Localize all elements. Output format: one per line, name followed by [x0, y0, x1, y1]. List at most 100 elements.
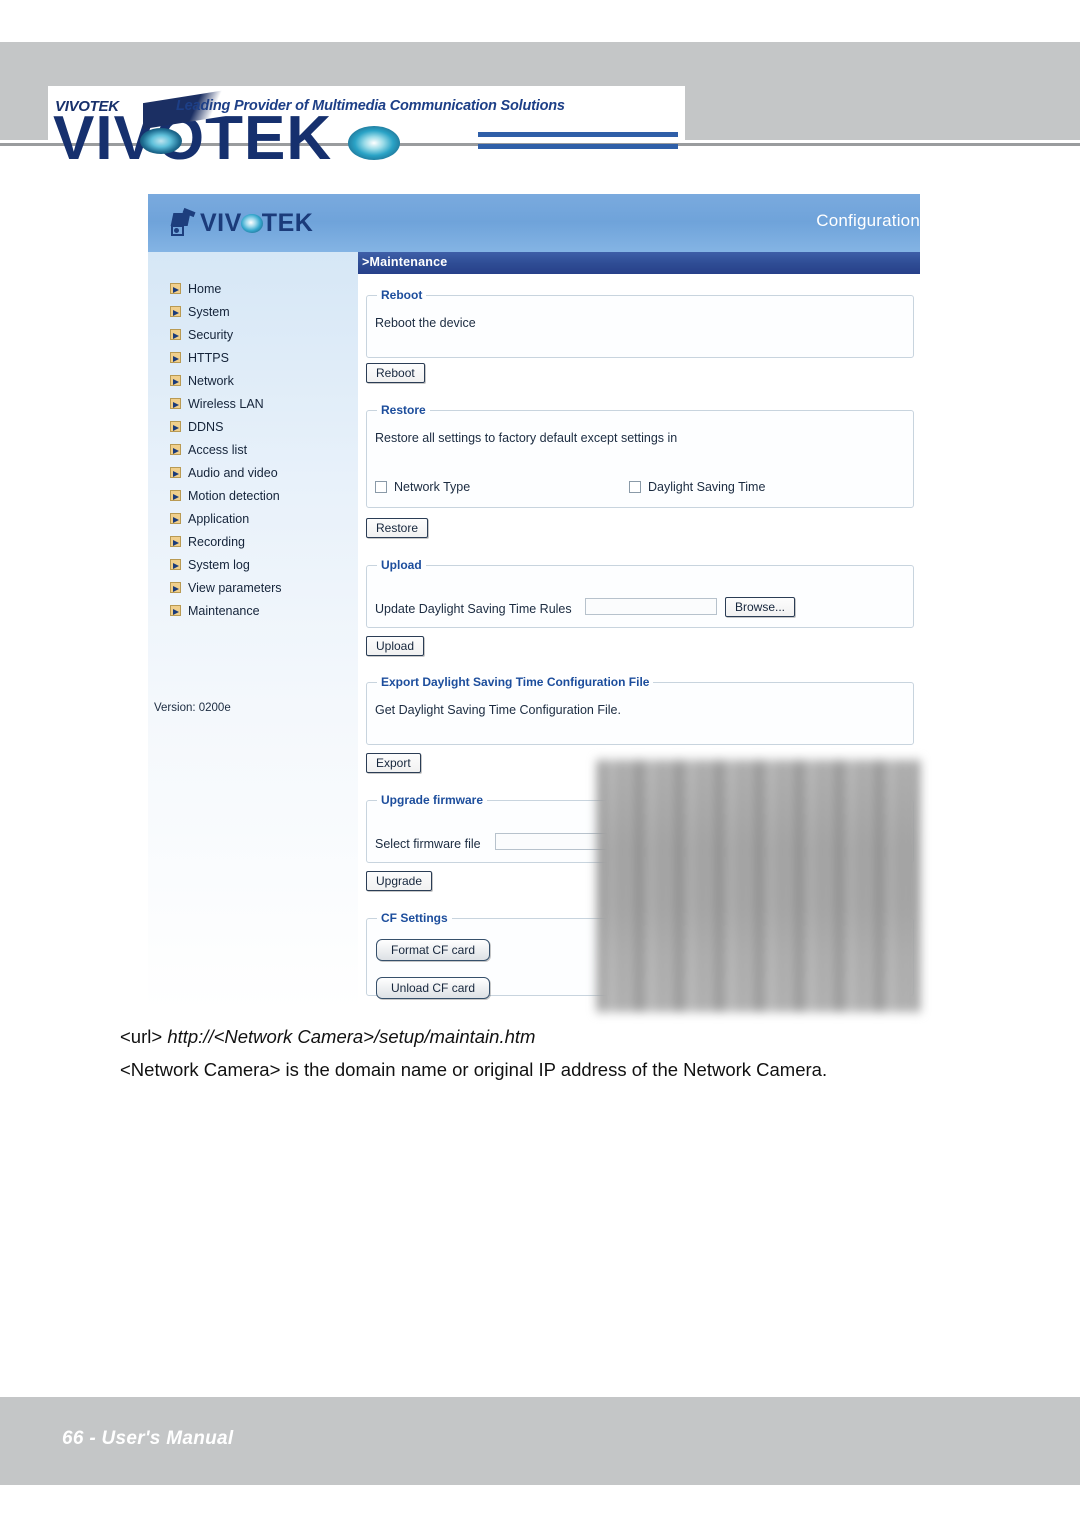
sidebar-item-motion-detection[interactable]: Motion detection	[170, 484, 350, 507]
arrow-right-icon	[170, 329, 181, 340]
camera-logo-icon	[170, 207, 196, 237]
sidebar-item-system-log[interactable]: System log	[170, 553, 350, 576]
restore-legend: Restore	[381, 403, 426, 417]
upgrade-legend: Upgrade firmware	[381, 793, 484, 807]
sidebar-item-label: Motion detection	[188, 488, 280, 503]
sidebar-item-label: Audio and video	[188, 465, 278, 480]
url-value: http://<Network Camera>/setup/maintain.h…	[167, 1026, 536, 1047]
unload-cf-card-button[interactable]: Unload CF card	[376, 977, 491, 999]
sidebar-menu: Home System Security HTTPS Network Wirel…	[170, 277, 350, 622]
screenshot-header-bar: VIV TEK Configuration	[148, 194, 920, 252]
arrow-right-icon	[170, 375, 181, 386]
sidebar-item-label: HTTPS	[188, 350, 229, 365]
sidebar-item-https[interactable]: HTTPS	[170, 346, 350, 369]
sidebar-item-ddns[interactable]: DDNS	[170, 415, 350, 438]
arrow-right-icon	[170, 559, 181, 570]
sidebar-item-network[interactable]: Network	[170, 369, 350, 392]
reboot-button[interactable]: Reboot	[366, 363, 425, 383]
header-band: VIVOTEK VIVOTEK Leading Provider of Mult…	[0, 42, 1080, 169]
sidebar-item-view-parameters[interactable]: View parameters	[170, 576, 350, 599]
sidebar-item-label: Home	[188, 281, 222, 296]
arrow-right-icon	[170, 283, 181, 294]
banner-tagline-text: Leading Provider of Multimedia Communica…	[176, 98, 565, 114]
checkbox-label: Daylight Saving Time	[648, 480, 766, 494]
upload-file-input[interactable]	[585, 598, 717, 615]
page-title: >Maintenance	[358, 252, 920, 274]
sidebar-item-security[interactable]: Security	[170, 323, 350, 346]
arrow-right-icon	[170, 582, 181, 593]
sidebar-item-label: System	[188, 304, 230, 319]
sidebar-item-application[interactable]: Application	[170, 507, 350, 530]
upload-section: Upload Update Daylight Saving Time Rules…	[366, 558, 914, 628]
manual-page: VIVOTEK VIVOTEK Leading Provider of Mult…	[0, 0, 1080, 1527]
vivotek-wordmark: VIV TEK	[200, 209, 313, 238]
sidebar-item-audio-and-video[interactable]: Audio and video	[170, 461, 350, 484]
format-cf-card-button[interactable]: Format CF card	[376, 939, 491, 961]
configuration-label: Configuration	[816, 211, 920, 230]
logo-text-pre: VIV	[200, 208, 242, 237]
sidebar-item-recording[interactable]: Recording	[170, 530, 350, 553]
banner-strike-bottom	[478, 144, 678, 149]
checkbox-label: Network Type	[394, 480, 471, 494]
arrow-right-icon	[170, 605, 181, 616]
restore-dst-checkbox[interactable]: Daylight Saving Time	[629, 480, 765, 494]
sidebar-item-system[interactable]: System	[170, 300, 350, 323]
export-description: Get Daylight Saving Time Configuration F…	[375, 703, 621, 717]
sidebar-item-label: DDNS	[188, 419, 224, 434]
sidebar-item-label: Maintenance	[188, 603, 260, 618]
cf-settings-legend: CF Settings	[381, 911, 448, 925]
arrow-right-icon	[170, 306, 181, 317]
url-line: <url> http://<Network Camera>/setup/main…	[120, 1026, 535, 1048]
url-note: <Network Camera> is the domain name or o…	[120, 1059, 828, 1080]
arrow-right-icon	[170, 467, 181, 478]
reboot-description: Reboot the device	[375, 316, 476, 330]
upload-button[interactable]: Upload	[366, 636, 425, 656]
upgrade-button[interactable]: Upgrade	[366, 871, 433, 891]
sidebar-item-label: Application	[188, 511, 250, 526]
restore-button[interactable]: Restore	[366, 518, 429, 538]
logo-text-post: TEK	[261, 208, 314, 237]
sidebar-item-home[interactable]: Home	[170, 277, 350, 300]
banner-brand-small: VIVOTEK	[55, 98, 119, 115]
upload-legend: Upload	[381, 558, 422, 572]
footer-page-label: 66 - User's Manual	[62, 1428, 234, 1449]
logo-o-eye-icon	[240, 213, 263, 233]
restore-description: Restore all settings to factory default …	[375, 431, 678, 445]
arrow-right-icon	[170, 536, 181, 547]
sidebar-item-maintenance[interactable]: Maintenance	[170, 599, 350, 622]
upload-field-label: Update Daylight Saving Time Rules	[375, 602, 572, 616]
arrow-right-icon	[170, 421, 181, 432]
checkbox-icon[interactable]	[629, 481, 641, 493]
sidebar-item-wireless-lan[interactable]: Wireless LAN	[170, 392, 350, 415]
banner-o-eye-icon	[348, 126, 400, 160]
arrow-right-icon	[170, 490, 181, 501]
sidebar-item-label: Network	[188, 373, 234, 388]
checkbox-icon[interactable]	[375, 481, 387, 493]
sidebar-item-label: Access list	[188, 442, 248, 457]
sidebar: Home System Security HTTPS Network Wirel…	[148, 252, 358, 1012]
reboot-legend: Reboot	[381, 288, 423, 302]
export-button[interactable]: Export	[366, 753, 421, 773]
sidebar-item-label: Recording	[188, 534, 245, 549]
arrow-right-icon	[170, 352, 181, 363]
upgrade-field-label: Select firmware file	[375, 837, 481, 851]
vivotek-banner-logo: VIVOTEK VIVOTEK Leading Provider of Mult…	[48, 86, 685, 169]
arrow-right-icon	[170, 513, 181, 524]
url-prefix: <url>	[120, 1026, 163, 1047]
sidebar-item-access-list[interactable]: Access list	[170, 438, 350, 461]
sidebar-item-label: Wireless LAN	[188, 396, 264, 411]
export-section: Export Daylight Saving Time Configuratio…	[366, 675, 914, 745]
blurred-overlay-frame	[597, 760, 920, 1012]
upload-browse-button[interactable]: Browse...	[725, 597, 796, 617]
restore-section: Restore Restore all settings to factory …	[366, 403, 914, 508]
export-legend: Export Daylight Saving Time Configuratio…	[381, 675, 650, 689]
sidebar-item-label: System log	[188, 557, 250, 572]
firmware-version: Version: 0200e	[154, 702, 231, 714]
arrow-right-icon	[170, 444, 181, 455]
sidebar-item-label: View parameters	[188, 580, 282, 595]
banner-camera-eye-icon	[140, 128, 182, 154]
restore-network-type-checkbox[interactable]: Network Type	[375, 480, 470, 494]
arrow-right-icon	[170, 398, 181, 409]
vivotek-logo: VIV TEK	[170, 207, 313, 238]
banner-strike-top	[478, 132, 678, 137]
